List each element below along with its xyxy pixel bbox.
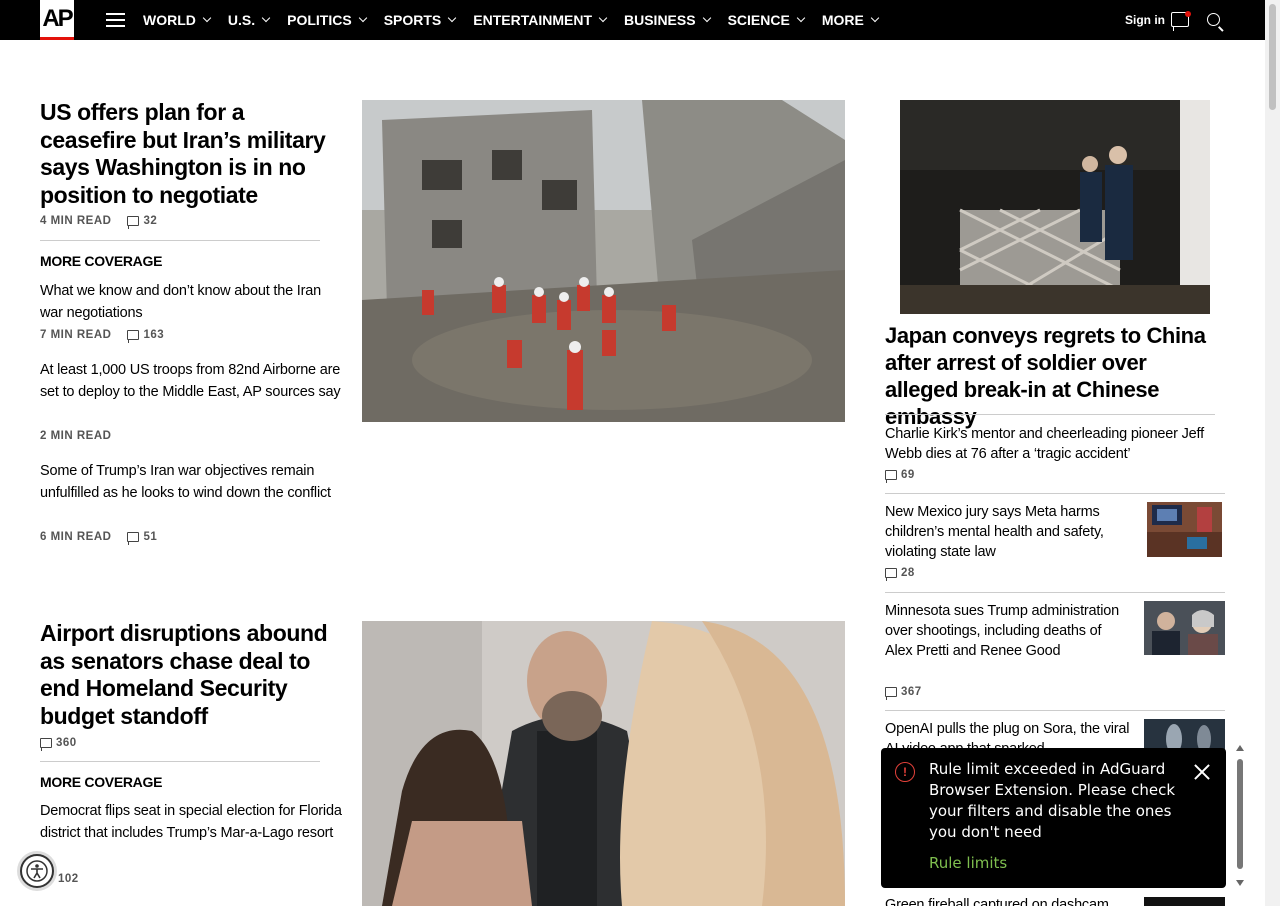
comment-count[interactable]: 360 <box>40 737 77 751</box>
right-item-5[interactable]: Green fireball captured on dashcam <box>885 895 1130 906</box>
right-lead-photo[interactable] <box>900 100 1210 314</box>
comment-icon <box>885 470 897 483</box>
divider <box>40 240 320 241</box>
page-scrollbar[interactable] <box>1265 0 1280 906</box>
right-item-3-thumbnail[interactable] <box>1144 601 1225 655</box>
scroll-thumb[interactable] <box>1237 759 1243 869</box>
nav-item-entertainment[interactable]: ENTERTAINMENT <box>473 12 608 28</box>
nav-item-politics[interactable]: POLITICS <box>287 12 367 28</box>
courtroom-image <box>1147 502 1222 557</box>
story1-sub-2[interactable]: At least 1,000 US troops from 82nd Airbo… <box>40 360 345 403</box>
comment-count[interactable]: 367 <box>885 686 922 700</box>
story2-sub-1-meta: 102 <box>58 873 79 885</box>
divider <box>885 414 1215 415</box>
right-item-3-meta: 367 <box>885 686 922 700</box>
nav-item-sports[interactable]: SPORTS <box>384 12 457 28</box>
story2-meta: 360 <box>40 737 77 751</box>
comment-count[interactable]: 28 <box>885 567 915 581</box>
accessibility-button[interactable] <box>20 854 54 888</box>
story1-photo[interactable] <box>362 100 845 422</box>
comment-icon <box>127 532 140 545</box>
right-item-5-thumbnail[interactable] <box>1144 897 1225 906</box>
embassy-guard-image <box>900 100 1210 314</box>
comment-icon <box>885 687 897 700</box>
accessibility-icon <box>26 860 48 882</box>
comment-count[interactable]: 69 <box>885 469 915 483</box>
story1-sub-3-meta: 6 MIN READ 51 <box>40 531 158 545</box>
story1-sub-1-meta: 7 MIN READ 163 <box>40 329 165 343</box>
divider <box>885 592 1225 593</box>
chevron-down-icon <box>448 13 457 23</box>
main-nav: WORLD U.S. POLITICS SPORTS ENTERTAINMENT… <box>143 0 896 40</box>
rule-limits-link[interactable]: Rule limits <box>929 854 1007 872</box>
chevron-down-icon <box>702 13 711 23</box>
warning-icon: ! <box>895 762 915 782</box>
chevron-down-icon <box>796 13 806 23</box>
search-icon[interactable] <box>1207 13 1220 26</box>
story1-sub-3[interactable]: Some of Trump’s Iran war objectives rema… <box>40 461 345 504</box>
story1-sub-1[interactable]: What we know and don’t know about the Ir… <box>40 281 345 324</box>
comment-count[interactable]: 163 <box>127 329 164 343</box>
press-conference-image <box>1144 601 1225 655</box>
story2-photo[interactable] <box>362 621 845 906</box>
story2-sub-1[interactable]: Democrat flips seat in special election … <box>40 801 345 844</box>
story2-headline[interactable]: Airport disruptions abound as senators c… <box>40 620 345 730</box>
notification-scrollbar[interactable] <box>1235 743 1245 888</box>
chevron-down-icon <box>202 13 212 23</box>
story1-headline[interactable]: US offers plan for a ceasefire but Iran’… <box>40 99 345 209</box>
logo-text: AP <box>42 4 73 32</box>
divider <box>885 493 1225 494</box>
comment-icon <box>40 738 52 751</box>
close-icon[interactable] <box>1192 762 1212 782</box>
story1-meta: 4 MIN READ 32 <box>40 215 158 229</box>
right-item-2[interactable]: New Mexico jury says Meta harms children… <box>885 502 1130 562</box>
nav-item-world[interactable]: WORLD <box>143 12 212 28</box>
ice-officer-image <box>362 621 845 906</box>
chevron-down-icon <box>598 13 608 23</box>
right-item-3[interactable]: Minnesota sues Trump administration over… <box>885 601 1130 661</box>
chevron-down-icon <box>870 13 880 23</box>
chevron-down-icon <box>358 13 367 23</box>
comment-count[interactable]: 102 <box>58 873 79 885</box>
comment-icon <box>127 216 140 229</box>
rubble-scene-image <box>362 100 845 422</box>
comment-icon <box>127 330 140 343</box>
hamburger-menu-icon[interactable] <box>106 13 125 27</box>
nav-item-us[interactable]: U.S. <box>228 12 271 28</box>
story1-sub-2-meta: 2 MIN READ <box>40 430 112 442</box>
adguard-notification: ! Rule limit exceeded in AdGuard Browser… <box>881 748 1226 888</box>
comment-count[interactable]: 32 <box>127 215 157 229</box>
more-coverage-label: MORE COVERAGE <box>40 774 163 790</box>
more-coverage-label: MORE COVERAGE <box>40 253 163 269</box>
right-item-1-meta: 69 <box>885 469 915 483</box>
scroll-down-icon[interactable] <box>1236 880 1244 886</box>
ap-logo[interactable]: AP <box>40 0 74 40</box>
top-navigation-bar: AP WORLD U.S. POLITICS SPORTS ENTERTAINM… <box>0 0 1265 40</box>
notification-dot <box>1185 11 1191 17</box>
sign-in-link[interactable]: Sign in <box>1125 13 1165 27</box>
scroll-up-icon[interactable] <box>1236 745 1244 751</box>
right-item-1[interactable]: Charlie Kirk’s mentor and cheerleading p… <box>885 424 1205 464</box>
right-item-2-meta: 28 <box>885 567 915 581</box>
chevron-down-icon <box>261 13 271 23</box>
nav-item-business[interactable]: BUSINESS <box>624 12 711 28</box>
comment-icon <box>885 568 897 581</box>
nav-item-science[interactable]: SCIENCE <box>728 12 806 28</box>
divider <box>885 710 1225 711</box>
comment-count[interactable]: 51 <box>127 531 157 545</box>
right-item-2-thumbnail[interactable] <box>1147 502 1222 557</box>
nav-item-more[interactable]: MORE <box>822 12 880 28</box>
divider <box>40 761 320 762</box>
notification-message: Rule limit exceeded in AdGuard Browser E… <box>929 760 1176 841</box>
scrollbar-thumb[interactable] <box>1269 4 1276 110</box>
